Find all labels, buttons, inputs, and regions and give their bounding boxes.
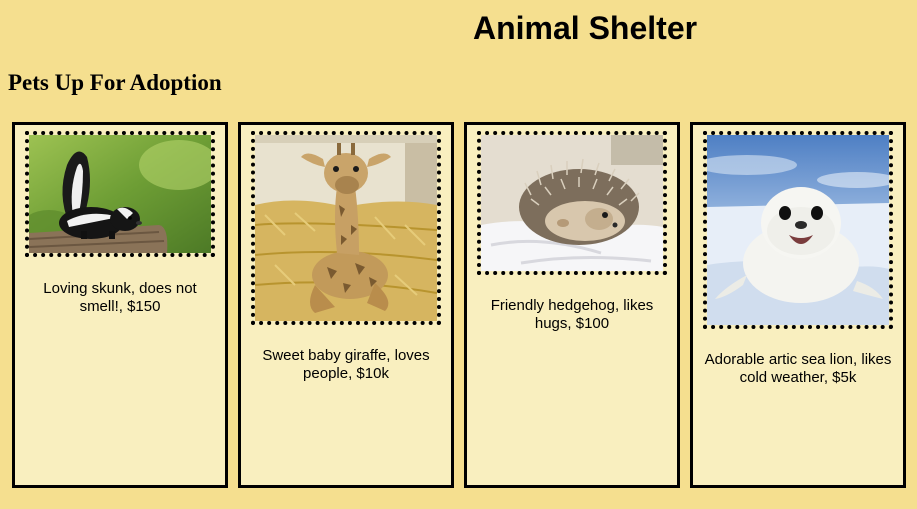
pet-caption: Sweet baby giraffe, loves people, $10k: [262, 347, 430, 382]
skunk-photo: [25, 131, 215, 257]
pet-card-skunk[interactable]: Loving skunk, does not smell!, $150: [12, 122, 228, 488]
giraffe-photo: [251, 131, 441, 325]
seal-photo: [703, 131, 893, 329]
section-title: Pets Up For Adoption: [8, 70, 222, 95]
pet-caption: Friendly hedgehog, likes hugs, $100: [490, 297, 654, 332]
pet-caption: Loving skunk, does not smell!, $150: [43, 280, 197, 315]
pet-card-hedgehog[interactable]: Friendly hedgehog, likes hugs, $100: [464, 122, 680, 488]
pet-card-seal[interactable]: Adorable artic sea lion, likes cold weat…: [690, 122, 906, 488]
pet-card-giraffe[interactable]: Sweet baby giraffe, loves people, $10k: [238, 122, 454, 488]
hedgehog-photo: [477, 131, 667, 275]
page-title: Animal Shelter: [473, 10, 698, 46]
pet-caption: Adorable artic sea lion, likes cold weat…: [704, 351, 892, 386]
